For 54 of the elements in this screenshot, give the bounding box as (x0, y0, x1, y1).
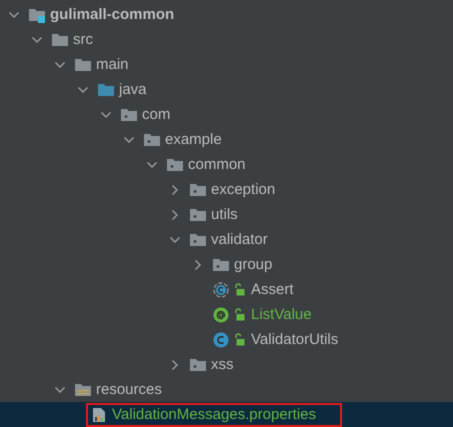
tree-item-label: example (165, 131, 222, 148)
package-folder-icon (166, 156, 184, 172)
tree-row[interactable]: group (0, 252, 453, 277)
package-folder-icon (212, 256, 230, 272)
package-folder-icon (189, 232, 207, 248)
tree-item-label: resources (96, 381, 162, 398)
tree-row[interactable]: main (0, 52, 453, 77)
tree-row[interactable]: common (0, 152, 453, 177)
tree-item-label: src (73, 31, 93, 48)
tree-row[interactable]: java (0, 77, 453, 102)
tree-item-label: gulimall-common (50, 6, 174, 23)
tree-row[interactable]: src (0, 27, 453, 52)
tree-row[interactable]: ValidationMessages.properties (0, 402, 453, 427)
class-icon (212, 332, 230, 348)
package-folder-icon (189, 182, 207, 198)
module-folder-icon (28, 6, 46, 22)
package-folder-icon (143, 132, 161, 148)
tree-row[interactable]: ValidatorUtils (0, 327, 453, 352)
tree-row[interactable]: ListValue (0, 302, 453, 327)
tree-item-label: java (119, 81, 147, 98)
tree-item-label: Assert (251, 281, 294, 298)
tree-row[interactable]: exception (0, 177, 453, 202)
folder-icon (97, 82, 115, 98)
tree-item-label: validator (211, 231, 268, 248)
resources-folder-icon (74, 382, 92, 398)
package-folder-icon (189, 356, 207, 372)
tree-item-label: utils (211, 206, 238, 223)
package-folder-icon (189, 206, 207, 222)
unlocked-padlock-icon (234, 308, 245, 321)
tree-row[interactable]: example (0, 127, 453, 152)
unlocked-padlock-icon (234, 283, 245, 296)
package-folder-icon (120, 106, 138, 122)
tree-row[interactable]: xss (0, 352, 453, 377)
tree-item-label: xss (211, 356, 234, 373)
tree-item-label: ListValue (251, 306, 312, 323)
tree-item-label: common (188, 156, 246, 173)
tree-item-label: ValidationMessages.properties (112, 406, 316, 423)
tree-row[interactable]: utils (0, 202, 453, 227)
tree-row[interactable]: validator (0, 227, 453, 252)
annotation-icon (212, 306, 230, 322)
tree-row[interactable]: resources (0, 377, 453, 402)
tree-row[interactable]: Assert (0, 277, 453, 302)
tree-row[interactable]: com (0, 102, 453, 127)
tree-row[interactable]: gulimall-common (0, 2, 453, 27)
folder-icon (74, 56, 92, 72)
tree-item-label: group (234, 256, 272, 273)
folder-icon (51, 32, 69, 48)
tree-item-label: main (96, 56, 129, 73)
tree-item-label: exception (211, 181, 276, 198)
unlocked-padlock-icon (234, 333, 245, 346)
abstract-class-icon (212, 282, 230, 298)
tree-item-label: com (142, 106, 170, 123)
tree-item-label: ValidatorUtils (251, 331, 338, 348)
properties-file-icon (90, 406, 108, 422)
